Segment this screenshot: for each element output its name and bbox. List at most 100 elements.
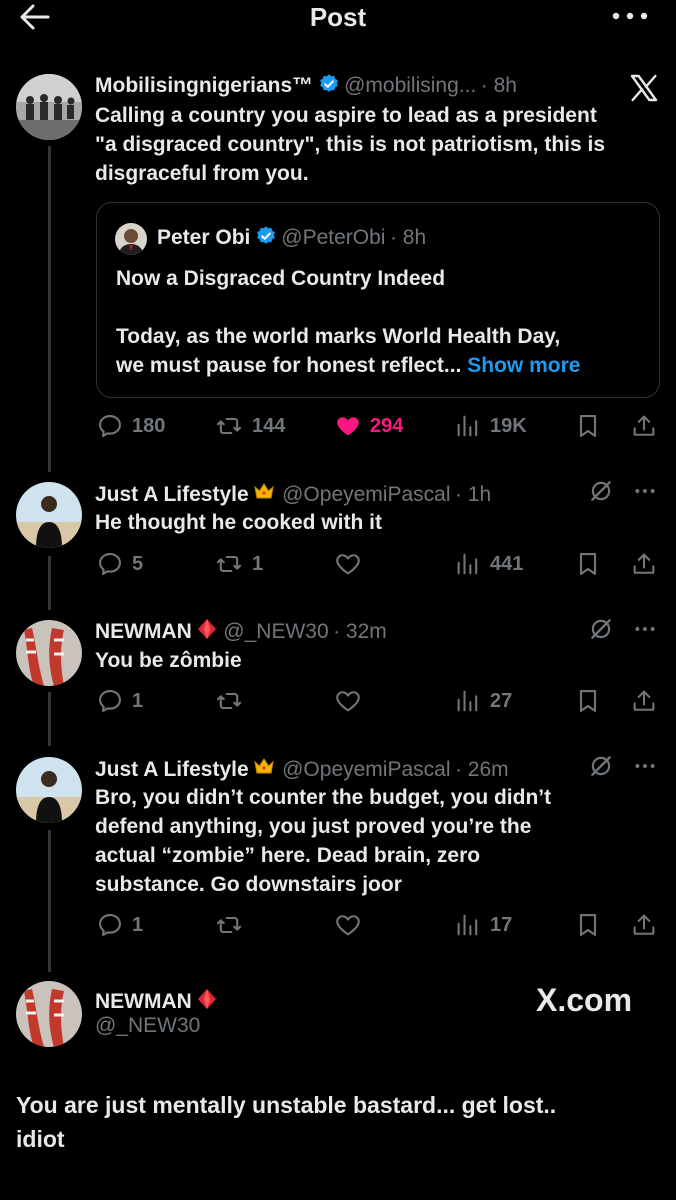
avatar[interactable] — [115, 223, 147, 255]
quote-author-handle[interactable]: @PeterObi — [281, 226, 385, 249]
views-count: 441 — [490, 552, 524, 575]
avatar[interactable] — [16, 482, 82, 548]
quote-author-name[interactable]: Peter Obi — [157, 226, 250, 249]
avatar-image — [16, 482, 82, 548]
share-icon[interactable] — [630, 687, 658, 715]
post-text: You be zômbie — [95, 649, 242, 672]
like-button[interactable] — [334, 550, 362, 578]
views-icon — [454, 687, 482, 715]
repost-button[interactable]: 144 — [214, 412, 285, 440]
avatar[interactable] — [16, 620, 82, 686]
bookmark-icon[interactable] — [574, 687, 602, 715]
quote-text-line: Today, as the world marks World Health D… — [116, 325, 561, 348]
avatar-image — [115, 223, 147, 255]
x-logo-icon — [628, 72, 660, 104]
reply-button[interactable]: 1 — [96, 687, 143, 715]
red-diamond-icon — [195, 987, 219, 1011]
heart-icon — [334, 687, 362, 715]
grok-icon[interactable] — [588, 616, 614, 642]
post-text-line: You are just mentally unstable bastard..… — [16, 1092, 557, 1118]
repost-icon — [214, 911, 244, 939]
post-header: Just A Lifestyle @OpeyemiPascal · 26m — [95, 754, 509, 782]
repost-count: 144 — [252, 414, 286, 437]
reply-count: 180 — [132, 414, 166, 437]
views-button[interactable]: 19K — [454, 412, 527, 440]
reply-button[interactable]: 180 — [96, 412, 165, 440]
like-button[interactable]: 294 — [334, 412, 403, 440]
post-text: He thought he cooked with it — [95, 511, 382, 534]
repost-button[interactable]: 1 — [214, 550, 263, 578]
avatar[interactable] — [16, 74, 82, 140]
more-horizontal-icon[interactable] — [608, 0, 652, 30]
post-time: · 26m — [454, 758, 509, 781]
repost-icon — [214, 550, 244, 578]
verified-badge-icon — [255, 225, 277, 247]
author-name[interactable]: Mobilisingnigerians™ — [95, 74, 313, 97]
like-button[interactable] — [334, 911, 362, 939]
repost-button[interactable] — [214, 687, 244, 715]
post-text-line: defend anything, you just proved you’re … — [95, 815, 532, 838]
post-header: NEWMAN @_NEW30 · 32m — [95, 617, 387, 644]
quote-time: · 8h — [389, 226, 427, 249]
heart-icon — [334, 550, 362, 578]
repost-icon — [214, 687, 244, 715]
quote-text-line: Now a Disgraced Country Indeed — [116, 267, 446, 290]
reply-count: 5 — [132, 552, 144, 575]
bookmark-icon[interactable] — [574, 412, 602, 440]
quote-header: Peter Obi @PeterObi · 8h — [157, 225, 426, 250]
author-name[interactable]: NEWMAN — [95, 990, 192, 1013]
x-com-watermark: X.com — [536, 982, 633, 1018]
post-time: · 1h — [454, 483, 492, 506]
post-text-line: Calling a country you aspire to lead as … — [95, 104, 597, 127]
more-horizontal-icon[interactable] — [632, 616, 658, 642]
thread-line — [48, 830, 51, 972]
reply-button[interactable]: 5 — [96, 550, 143, 578]
more-horizontal-icon[interactable] — [632, 753, 658, 779]
bookmark-icon[interactable] — [574, 911, 602, 939]
repost-count: 1 — [252, 552, 264, 575]
avatar[interactable] — [16, 981, 82, 1047]
reply-button[interactable]: 1 — [96, 911, 143, 939]
author-name[interactable]: Just A Lifestyle — [95, 758, 249, 781]
author-handle[interactable]: @_NEW30 — [95, 1014, 200, 1038]
quoted-post-card[interactable]: Peter Obi @PeterObi · 8h Now a Disgraced… — [96, 202, 660, 398]
post-time: · 32m — [333, 620, 387, 643]
author-name[interactable]: NEWMAN — [95, 620, 192, 643]
show-more-link[interactable]: Show more — [467, 354, 580, 377]
share-icon[interactable] — [630, 911, 658, 939]
post-text: You are just mentally unstable bastard..… — [16, 1088, 656, 1156]
author-handle[interactable]: @mobilising... — [344, 74, 476, 97]
heart-filled-icon — [334, 412, 362, 440]
share-icon[interactable] — [630, 550, 658, 578]
grok-icon[interactable] — [588, 753, 614, 779]
reply-icon — [96, 687, 124, 715]
views-icon — [454, 911, 482, 939]
views-count: 17 — [490, 913, 513, 936]
repost-icon — [214, 412, 244, 440]
post-text: Calling a country you aspire to lead as … — [95, 101, 665, 188]
author-handle[interactable]: @OpeyemiPascal — [282, 758, 450, 781]
grok-icon[interactable] — [588, 478, 614, 504]
post-text-line: disgraceful from you. — [95, 162, 309, 185]
author-handle[interactable]: @OpeyemiPascal — [282, 483, 450, 506]
author-name[interactable]: Just A Lifestyle — [95, 483, 249, 506]
repost-button[interactable] — [214, 911, 244, 939]
post-header: NEWMAN — [95, 987, 219, 1014]
bookmark-icon[interactable] — [574, 550, 602, 578]
heart-icon — [334, 911, 362, 939]
thread-line — [48, 692, 51, 746]
like-count: 294 — [370, 414, 404, 437]
like-button[interactable] — [334, 687, 362, 715]
share-icon[interactable] — [630, 412, 658, 440]
views-button[interactable]: 27 — [454, 687, 512, 715]
views-button[interactable]: 441 — [454, 550, 523, 578]
author-handle[interactable]: @_NEW30 — [223, 620, 328, 643]
more-horizontal-icon[interactable] — [632, 478, 658, 504]
views-button[interactable]: 17 — [454, 911, 512, 939]
post-text-line: idiot — [16, 1126, 65, 1152]
reply-icon — [96, 550, 124, 578]
post-text-line: actual “zombie” here. Dead brain, zero — [95, 844, 481, 867]
red-diamond-icon — [195, 617, 219, 641]
reply-count: 1 — [132, 689, 144, 712]
avatar[interactable] — [16, 757, 82, 823]
